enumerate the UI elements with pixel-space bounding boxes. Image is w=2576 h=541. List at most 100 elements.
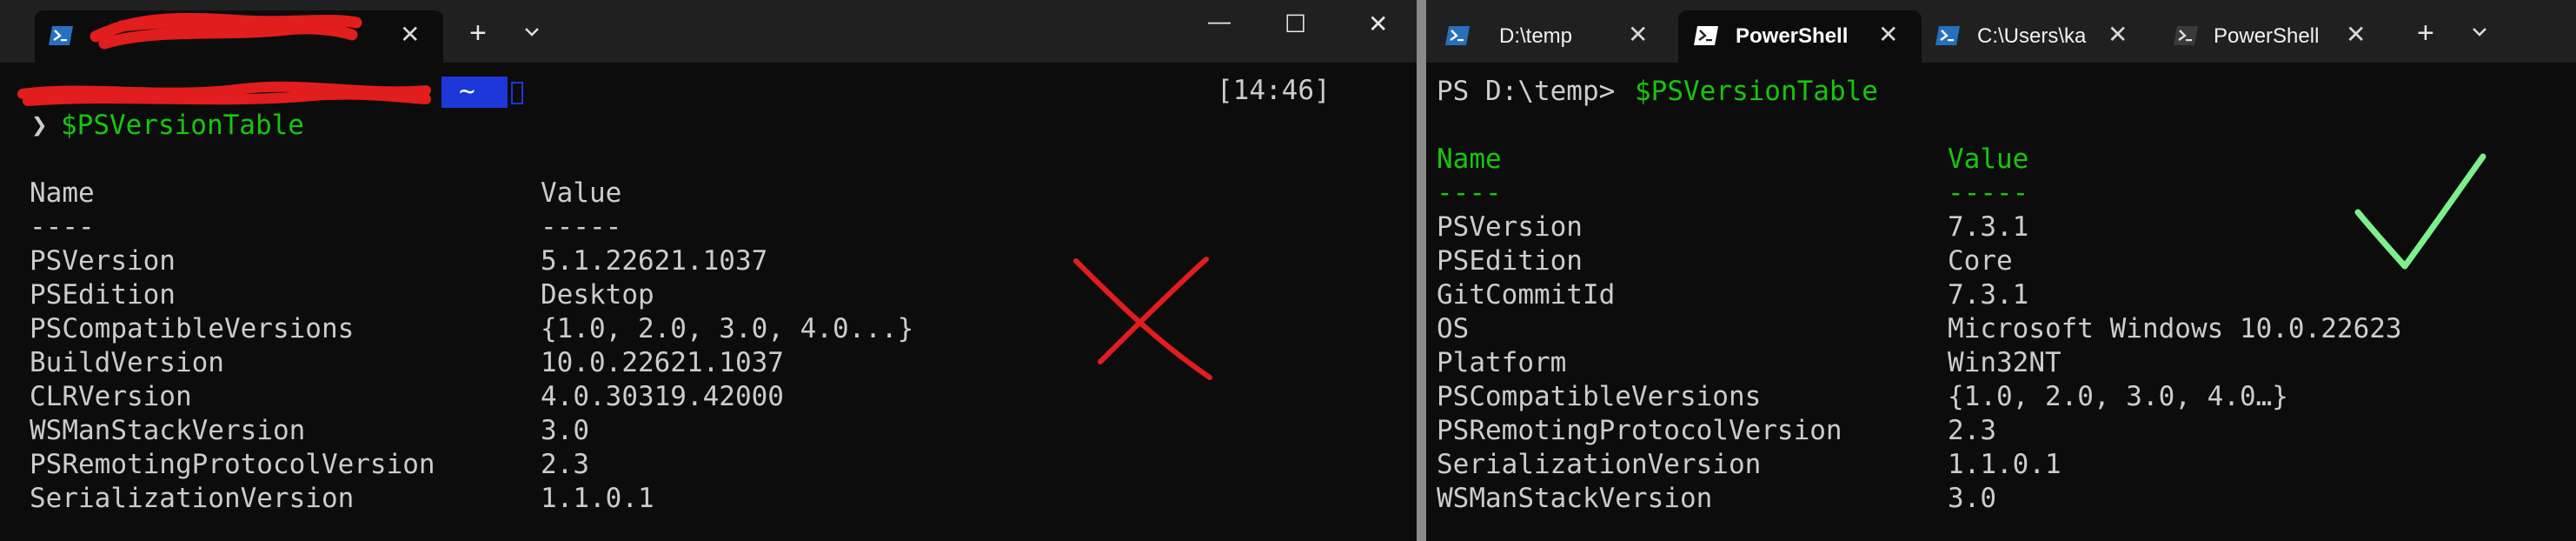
table-row: OS Microsoft Windows 10.0.22623 [1426, 312, 2402, 346]
header-value: Value [1948, 144, 2029, 175]
header-value-underline: ----- [541, 211, 622, 243]
tab-close-icon[interactable]: ✕ [2108, 23, 2128, 47]
left-tab-bar: ✕ + — ☐ ✕ [0, 0, 1417, 63]
table-row: SerializationVersion 1.1.0.1 [0, 482, 1043, 516]
row-value: 1.1.0.1 [541, 483, 654, 514]
header-name: Name [1437, 144, 1502, 175]
table-row: GitCommitId 7.3.1 [1426, 278, 2382, 312]
tab-label: PowerShell [2214, 24, 2320, 48]
path-badge-label: ~ [459, 76, 475, 107]
row-name: PSVersion [30, 245, 176, 277]
header-name-underline: ---- [1437, 177, 1502, 209]
row-value: {1.0, 2.0, 3.0, 4.0…} [1948, 381, 2288, 412]
table-row: BuildVersion 10.0.22621.1037 [0, 346, 1043, 380]
table-row: PSVersion 7.3.1 [1426, 210, 2382, 244]
tab-close-icon[interactable]: ✕ [2346, 23, 2366, 47]
row-name: PSRemotingProtocolVersion [1437, 415, 1842, 446]
row-value: 3.0 [541, 415, 589, 446]
row-value: 5.1.22621.1037 [541, 245, 768, 277]
version-table-rows: PSVersion 7.3.1 PSEdition Core GitCommitId… [1426, 210, 2402, 516]
redaction-scribble [90, 12, 362, 50]
row-value: Microsoft Windows 10.0.22623 [1948, 313, 2402, 344]
row-name: PSEdition [1437, 245, 1583, 277]
tab-powershell[interactable]: PowerShell ✕ [2161, 10, 2396, 63]
row-value: {1.0, 2.0, 3.0, 4.0...} [541, 313, 914, 344]
header-name-underline: ---- [30, 211, 95, 243]
chevron-down-icon[interactable] [523, 26, 541, 38]
window-divider [1417, 0, 1426, 541]
powershell-icon [1445, 26, 1470, 45]
row-name: SerializationVersion [30, 483, 355, 514]
table-row: PSEdition Desktop [0, 278, 1043, 312]
row-value: 2.3 [1948, 415, 1996, 446]
left-terminal-window: ✕ + — ☐ ✕ ~ [14:46] ❯ $PSVersionTable Na… [0, 0, 1417, 541]
tab-close-icon[interactable]: ✕ [1628, 23, 1648, 47]
row-value: 7.3.1 [1948, 279, 2029, 311]
powershell-icon [1935, 26, 1960, 45]
row-value: 7.3.1 [1948, 211, 2029, 243]
prompt-time: [14:46] [1217, 75, 1331, 106]
table-row: PSRemotingProtocolVersion 2.3 [0, 448, 1043, 482]
tab-label: C:\Users\ka [1977, 24, 2087, 48]
header-value-underline: ----- [1948, 177, 2029, 209]
prompt-arrow: ❯ [31, 110, 48, 141]
row-value: Desktop [541, 279, 654, 311]
new-tab-button[interactable]: + [469, 16, 487, 50]
row-value: 1.1.0.1 [1948, 449, 2061, 480]
row-name: CLRVersion [30, 381, 192, 412]
chevron-down-icon[interactable] [2471, 26, 2488, 38]
table-row: PSRemotingProtocolVersion 2.3 [1426, 414, 2382, 448]
row-value: 4.0.30319.42000 [541, 381, 784, 412]
row-name: BuildVersion [30, 347, 224, 378]
left-tab-close-icon[interactable]: ✕ [400, 23, 420, 47]
table-row: PSCompatibleVersions {1.0, 2.0, 3.0, 4.0…… [1426, 380, 2382, 414]
tab-powershell-active[interactable]: PowerShell ✕ [1678, 10, 1922, 63]
row-name: SerializationVersion [1437, 449, 1762, 480]
redaction-scribble [17, 81, 431, 106]
right-tab-bar: D:\temp ✕ PowerShell ✕ C:\Users\ka ✕ Pow… [1426, 0, 2576, 63]
table-row: PSEdition Core [1426, 244, 2382, 278]
tab-d-temp[interactable]: D:\temp ✕ [1426, 10, 1678, 63]
right-terminal-window: D:\temp ✕ PowerShell ✕ C:\Users\ka ✕ Pow… [1426, 0, 2576, 541]
version-table-rows: PSVersion 5.1.22621.1037 PSEdition Desktop… [0, 244, 1043, 516]
table-row: WSManStackVersion 3.0 [1426, 482, 2382, 516]
row-name: WSManStackVersion [30, 415, 306, 446]
row-value: Win32NT [1948, 347, 2061, 378]
cross-mark-annotation [1073, 257, 1212, 380]
row-name: PSCompatibleVersions [1437, 381, 1762, 412]
powershell-icon [49, 26, 73, 45]
badge-end-glyph [511, 82, 523, 104]
row-name: PSVersion [1437, 211, 1583, 243]
table-row: PSVersion 5.1.22621.1037 [0, 244, 1043, 278]
close-button[interactable]: ✕ [1368, 7, 1388, 42]
table-row: CLRVersion 4.0.30319.42000 [0, 380, 1043, 414]
header-name: Name [30, 177, 95, 209]
row-value: 3.0 [1948, 483, 1996, 514]
row-name: GitCommitId [1437, 279, 1616, 311]
prompt-command: $PSVersionTable [61, 110, 304, 141]
row-name: OS [1437, 313, 1470, 344]
table-row: SerializationVersion 1.1.0.1 [1426, 448, 2382, 482]
new-tab-button[interactable]: + [2417, 16, 2434, 50]
prompt-text: PS D:\temp> [1437, 76, 1631, 107]
row-value: 10.0.22621.1037 [541, 347, 784, 378]
checkmark-annotation [2354, 153, 2486, 270]
maximize-button[interactable]: ☐ [1285, 7, 1306, 42]
left-tab-active[interactable]: ✕ [35, 10, 443, 63]
tab-label: PowerShell [1736, 24, 1849, 48]
row-name: WSManStackVersion [1437, 483, 1713, 514]
powershell-icon [1694, 26, 1718, 45]
row-name: PSEdition [30, 279, 176, 311]
table-row: Platform Win32NT [1426, 346, 2382, 380]
row-value: 2.3 [541, 449, 589, 480]
tab-label: D:\temp [1499, 24, 1573, 48]
header-value: Value [541, 177, 622, 209]
row-value: Core [1948, 245, 2013, 277]
table-row: WSManStackVersion 3.0 [0, 414, 1043, 448]
row-name: PSRemotingProtocolVersion [30, 449, 435, 480]
prompt-command: $PSVersionTable [1635, 76, 1878, 107]
row-name: Platform [1437, 347, 1567, 378]
tab-c-users[interactable]: C:\Users\ka ✕ [1922, 10, 2161, 63]
minimize-button[interactable]: — [1208, 3, 1231, 38]
tab-close-icon[interactable]: ✕ [1878, 23, 1898, 47]
